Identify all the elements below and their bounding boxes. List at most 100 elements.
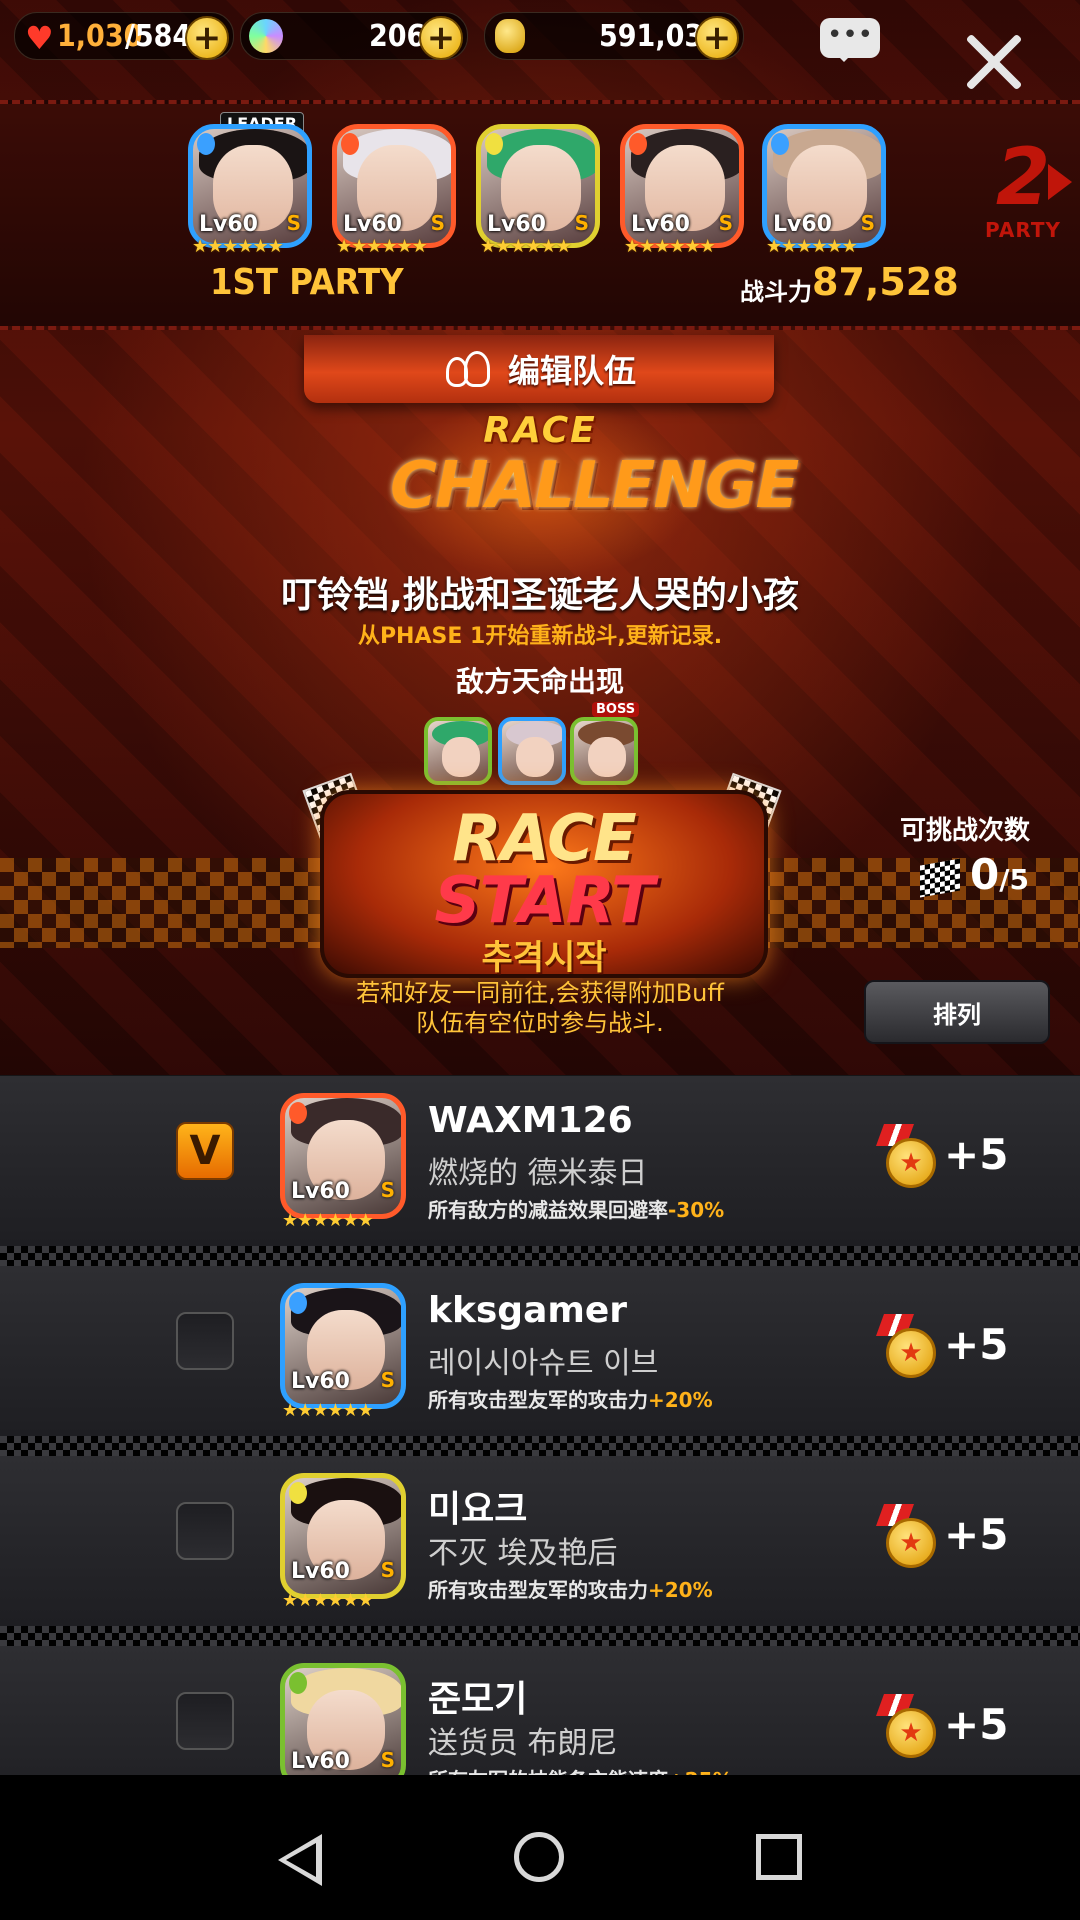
friend-level: Lv60 [291, 1179, 350, 1204]
friend-buff: 所有攻击型友军的攻击力+20% [428, 1574, 713, 1603]
buff-text: 所有敌方的减益效果回避率 [428, 1198, 668, 1222]
race-start-line1: RACE [452, 802, 637, 876]
next-party-label: PARTY [985, 218, 1061, 242]
enemy-portrait[interactable] [570, 717, 638, 785]
friend-portrait[interactable]: Lv60 S [280, 1473, 406, 1599]
gold-display: 591,036 + [484, 12, 744, 60]
buff-value: -30% [668, 1198, 725, 1222]
medal-icon: ★ [886, 1708, 936, 1758]
event-title: 叮铃铛,挑战和圣诞老人哭的小孩 [281, 575, 799, 616]
member-level: Lv60 [199, 212, 258, 237]
member-level: Lv60 [343, 212, 402, 237]
friend-level: Lv60 [291, 1559, 350, 1584]
friend-portrait[interactable]: Lv60 S [280, 1093, 406, 1219]
member-rank: S [286, 211, 301, 235]
enemy-portrait[interactable] [498, 717, 566, 785]
gem-icon [249, 19, 283, 53]
member-rank: S [718, 211, 733, 235]
gems-display: 206 + [240, 12, 468, 60]
sort-button[interactable]: 排列 [864, 980, 1050, 1044]
chat-icon[interactable]: ••• [820, 18, 880, 62]
race-start-button[interactable]: RACE START 추격시작 [320, 790, 768, 978]
member-stars: ★★★★★★ [480, 236, 572, 257]
element-icon [289, 1102, 307, 1124]
buff-value: +20% [648, 1388, 713, 1412]
element-icon [341, 133, 359, 155]
buff-text: 所有攻击型友军的攻击力 [428, 1578, 648, 1602]
friend-character-name: 送货员 布朗尼 [428, 1726, 618, 1761]
friend-select-checkbox[interactable] [176, 1502, 234, 1560]
stamina-max: /584 [125, 19, 192, 54]
logo-line1: RACE [483, 410, 597, 451]
friend-stars: ★★★★★★ [282, 1400, 374, 1421]
member-rank: S [430, 211, 445, 235]
friend-stars: ★★★★★★ [282, 1210, 374, 1231]
medal-icon: ★ [886, 1328, 936, 1378]
gold-plus-button[interactable]: + [695, 16, 739, 60]
enemy-portrait[interactable] [424, 717, 492, 785]
party-member-portrait[interactable]: Lv60 S [188, 124, 312, 248]
row-separator [0, 1246, 1080, 1266]
character-face [588, 737, 626, 777]
attempts-label: 可挑战次数 [900, 816, 1031, 846]
friend-portrait[interactable]: Lv60 S [280, 1663, 406, 1789]
stamina-plus-button[interactable]: + [185, 16, 229, 60]
member-level: Lv60 [487, 212, 546, 237]
friend-level: Lv60 [291, 1749, 350, 1774]
stamina-display: ♥ 1,030 /584 + [14, 12, 234, 60]
next-arrow-icon[interactable] [1048, 164, 1072, 200]
friend-reward: +5 [944, 1510, 1009, 1559]
resource-bar: ♥ 1,030 /584 + 206 + 591,036 + ••• [0, 0, 1080, 72]
attempts-value: 0/5 [970, 850, 1029, 899]
back-icon[interactable] [278, 1834, 322, 1886]
friend-select-checkbox[interactable] [176, 1692, 234, 1750]
race-start-line2: START [434, 864, 654, 938]
friend-rank: S [380, 1558, 395, 1582]
friend-portrait[interactable]: Lv60 S [280, 1283, 406, 1409]
friend-select-checkbox[interactable] [176, 1312, 234, 1370]
member-stars: ★★★★★★ [336, 236, 428, 257]
party-member-portrait[interactable]: Lv60 S [332, 124, 456, 248]
friend-rank: S [380, 1368, 395, 1392]
race-challenge-logo: RACE CHALLENGE [390, 410, 799, 560]
home-icon[interactable] [514, 1832, 564, 1882]
member-level: Lv60 [631, 212, 690, 237]
element-icon [629, 133, 647, 155]
member-rank: S [860, 211, 875, 235]
friend-reward: +5 [944, 1320, 1009, 1369]
attempts-current: 0 [970, 850, 1000, 899]
buff-note: 若和好友一同前往,会获得附加Buff 队伍有空位时参与战斗. [250, 978, 830, 1038]
member-rank: S [574, 211, 589, 235]
heart-icon: ♥ [25, 19, 54, 57]
gems-plus-button[interactable]: + [419, 16, 463, 60]
party-member-portrait[interactable]: Lv60 S [476, 124, 600, 248]
friend-character-name: 燃烧的 德米泰日 [428, 1156, 648, 1191]
power-value: 87,528 [812, 260, 959, 304]
friend-select-checkbox[interactable]: V [176, 1122, 234, 1180]
friend-name: 미요크 [428, 1489, 528, 1530]
users-icon [442, 349, 494, 389]
recent-apps-icon[interactable] [756, 1834, 802, 1880]
coin-icon [495, 19, 525, 53]
member-level: Lv60 [773, 212, 832, 237]
friend-character-name: 不灭 埃及艳后 [428, 1536, 618, 1571]
character-face [442, 737, 480, 777]
member-stars: ★★★★★★ [624, 236, 716, 257]
element-icon [289, 1672, 307, 1694]
member-stars: ★★★★★★ [766, 236, 858, 257]
friend-reward: +5 [944, 1700, 1009, 1749]
friend-character-name: 레이시아슈트 이브 [428, 1346, 659, 1381]
friend-name: 준모기 [428, 1679, 528, 1720]
friend-rank: S [380, 1178, 395, 1202]
party-member-portrait[interactable]: Lv60 S [762, 124, 886, 248]
close-icon[interactable] [962, 30, 1026, 94]
edit-team-button[interactable]: 编辑队伍 [304, 335, 774, 403]
friend-name: kksgamer [428, 1290, 628, 1331]
buff-note-line2: 队伍有空位时参与战斗. [416, 1009, 664, 1037]
element-icon [771, 133, 789, 155]
event-subtitle: 从PHASE 1开始重新战斗,更新记录. [357, 624, 723, 649]
party-member-portrait[interactable]: Lv60 S [620, 124, 744, 248]
friend-buff: 所有敌方的减益效果回避率-30% [428, 1194, 724, 1223]
gems-value: 206 [369, 19, 426, 54]
medal-icon: ★ [886, 1138, 936, 1188]
